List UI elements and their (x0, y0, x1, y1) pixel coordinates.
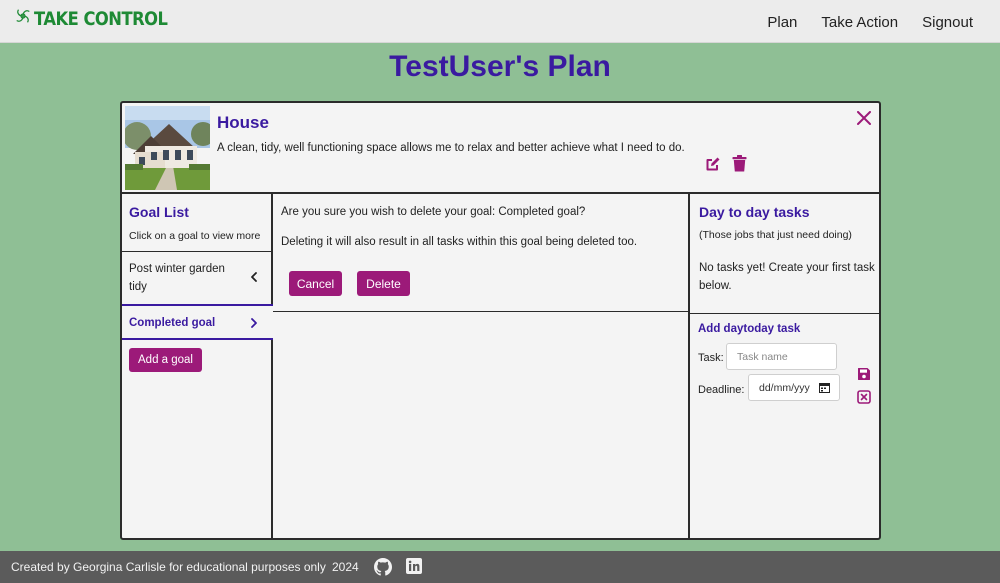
area-description: A clean, tidy, well functioning space al… (217, 142, 685, 154)
area-title: House (217, 113, 269, 132)
house-image (125, 106, 210, 190)
footer-credit: Created by Georgina Carlisle for educati… (11, 560, 326, 574)
goal-item-label: Completed goal (129, 317, 216, 329)
navbar: TAKE CONTROL Plan Take Action Signout (0, 0, 1000, 43)
add-task-form-title: Add daytoday task (698, 323, 801, 335)
add-task-form: Add daytoday task Task: Deadline: dd/mm/… (690, 313, 879, 538)
tasks-empty-message: No tasks yet! Create your first task bel… (699, 262, 875, 292)
footer: Created by Georgina Carlisle for educati… (0, 551, 1000, 583)
close-icon[interactable] (857, 111, 871, 125)
goal-item-label: Post winter garden tidy (129, 263, 225, 293)
edit-icon[interactable] (705, 156, 721, 172)
cancel-button[interactable]: Cancel (289, 271, 342, 296)
chevron-right-icon (251, 318, 257, 328)
tasks-title: Day to day tasks (699, 204, 810, 220)
chevron-left-icon (251, 272, 257, 282)
nav-signout-link[interactable]: Signout (922, 14, 973, 31)
linkedin-icon[interactable] (406, 558, 422, 574)
page-title: TestUser's Plan (389, 50, 611, 83)
footer-year: 2024 (332, 560, 359, 574)
task-name-label: Task: (698, 352, 724, 364)
calendar-icon[interactable] (819, 382, 830, 393)
tasks-subtitle: (Those jobs that just need doing) (699, 229, 852, 241)
daytoday-tasks-panel: Day to day tasks (Those jobs that just n… (690, 194, 879, 538)
add-goal-button[interactable]: Add a goal (129, 348, 202, 372)
nav-take-action-link[interactable]: Take Action (821, 14, 898, 31)
delete-confirmation: Are you sure you wish to delete your goa… (273, 194, 688, 312)
goal-list-panel: Goal List Click on a goal to view more P… (122, 194, 273, 538)
deadline-label: Deadline: (698, 384, 745, 396)
delete-warning: Deleting it will also result in all task… (281, 236, 638, 248)
nav-plan-link[interactable]: Plan (767, 14, 797, 31)
deadline-date-input[interactable]: dd/mm/yyy (748, 374, 840, 401)
trash-icon[interactable] (732, 155, 747, 172)
swirl-logo-icon (16, 9, 30, 23)
github-icon[interactable] (374, 558, 392, 576)
delete-question: Are you sure you wish to delete your goa… (281, 206, 586, 218)
cancel-task-icon[interactable] (857, 390, 871, 404)
nav-links: Plan Take Action Signout (767, 14, 973, 31)
goal-list-hint: Click on a goal to view more (129, 230, 261, 242)
goal-list-title: Goal List (129, 204, 189, 220)
date-placeholder: dd/mm/yyy (759, 382, 810, 394)
task-name-input[interactable] (726, 343, 837, 370)
goal-item-completed-goal[interactable]: Completed goal (122, 304, 273, 340)
goal-detail-panel: Are you sure you wish to delete your goa… (273, 194, 690, 538)
goal-item-post-winter-garden-tidy[interactable]: Post winter garden tidy (122, 251, 273, 304)
confirm-delete-button[interactable]: Delete (357, 271, 410, 296)
save-icon[interactable] (857, 367, 871, 381)
brand-name: TAKE CONTROL (34, 8, 168, 30)
area-card: House A clean, tidy, well functioning sp… (120, 101, 881, 540)
area-header: House A clean, tidy, well functioning sp… (122, 103, 879, 194)
brand-logo[interactable]: TAKE CONTROL (14, 8, 189, 30)
